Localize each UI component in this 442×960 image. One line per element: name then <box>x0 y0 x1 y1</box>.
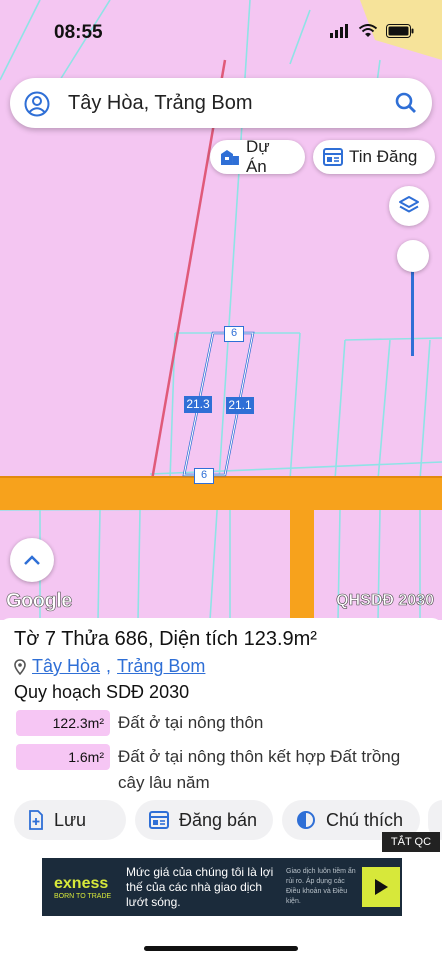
map-layer-name: QHSDĐ 2030 <box>336 592 434 610</box>
signal-icon <box>330 24 348 38</box>
ad-logo: exness BORN TO TRADE <box>42 875 120 900</box>
layers-icon <box>399 196 419 213</box>
measure-top: 6 <box>224 326 244 342</box>
wifi-icon <box>358 24 378 37</box>
chip-tin-dang-label: Tin Đăng <box>349 147 418 166</box>
account-icon[interactable] <box>24 91 50 117</box>
location-pin-icon <box>14 658 26 675</box>
status-time: 08:55 <box>54 22 103 43</box>
parcel-title: Tờ 7 Thửa 686, Diện tích 123.9m² <box>14 628 317 650</box>
building-icon <box>220 150 239 165</box>
post-sale-button[interactable]: Đăng bán <box>135 800 273 840</box>
measure-bottom-text: 6 <box>200 469 208 481</box>
ad-disclaimer: Giao dịch luôn tiềm ẩn rủi ro. Áp dụng c… <box>286 868 356 905</box>
measure-top-text: 6 <box>230 327 238 339</box>
save-button[interactable]: Lưu <box>14 800 126 840</box>
zone-row: 122.3m² Đất ở tại nông thôn <box>16 710 408 736</box>
google-attribution: Google <box>6 590 73 613</box>
zone-area-badge: 1.6m² <box>16 744 110 770</box>
layers-button[interactable] <box>389 186 429 226</box>
ward-link[interactable]: Tây Hòa <box>32 656 100 677</box>
parcel-location: Tây Hòa, Trảng Bom <box>14 656 205 677</box>
close-ad-button[interactable]: TẮT QC <box>382 832 440 852</box>
post-sale-button-label: Đăng bán <box>179 809 258 830</box>
save-button-label: Lưu <box>54 809 87 830</box>
zone-area-badge: 122.3m² <box>16 710 110 736</box>
listing-icon <box>149 811 169 829</box>
legend-button-label: Chú thích <box>326 809 404 830</box>
location-separator: , <box>106 656 112 676</box>
zone-description: Đất ở tại nông thôn <box>118 713 264 732</box>
district-link[interactable]: Trảng Bom <box>117 656 205 677</box>
status-icons <box>330 24 414 38</box>
measure-right: 21.1 <box>226 397 254 414</box>
expand-sheet-button[interactable] <box>10 538 54 582</box>
measure-left: 21.3 <box>184 396 212 413</box>
measure-right-text: 21.1 <box>228 398 252 412</box>
chip-du-an-label: Dự Án <box>245 137 270 176</box>
listing-icon <box>323 148 343 166</box>
ad-brand: exness <box>54 874 109 892</box>
ad-banner[interactable]: exness BORN TO TRADE Mức giá của chúng t… <box>42 858 402 916</box>
search-bar[interactable]: Tây Hòa, Trảng Bom <box>10 78 432 128</box>
opacity-slider-track[interactable] <box>411 258 414 356</box>
zone-row: 1.6m² Đất ở tại nông thôn kết hợp Đất tr… <box>16 744 408 796</box>
status-bar: 08:55 <box>0 0 442 64</box>
chip-du-an[interactable]: Dự Án <box>210 137 305 176</box>
chip-tin-dang[interactable]: Tin Đăng <box>313 140 435 174</box>
bookmark-add-icon <box>29 810 43 830</box>
opacity-slider-thumb[interactable] <box>397 240 429 272</box>
measure-bottom: 6 <box>194 468 214 484</box>
parcel-info-sheet: Tờ 7 Thửa 686, Diện tích 123.9m² Tây Hòa… <box>0 618 442 960</box>
ad-tagline: BORN TO TRADE <box>54 892 112 900</box>
measure-left-text: 21.3 <box>186 397 210 411</box>
battery-icon <box>386 24 414 38</box>
home-indicator <box>144 946 298 951</box>
ad-main-text: Mức giá của chúng tôi là lợi thế của các… <box>126 864 274 909</box>
chevron-up-icon <box>24 555 40 565</box>
search-input[interactable]: Tây Hòa, Trảng Bom <box>68 92 253 115</box>
search-icon[interactable] <box>394 91 418 115</box>
legend-icon <box>297 811 315 829</box>
zone-description: Đất ở tại nông thôn kết hợp Đất trồng câ… <box>118 747 401 792</box>
ad-play-icon[interactable] <box>362 867 400 907</box>
plan-label: Quy hoạch SDĐ 2030 <box>14 682 190 702</box>
